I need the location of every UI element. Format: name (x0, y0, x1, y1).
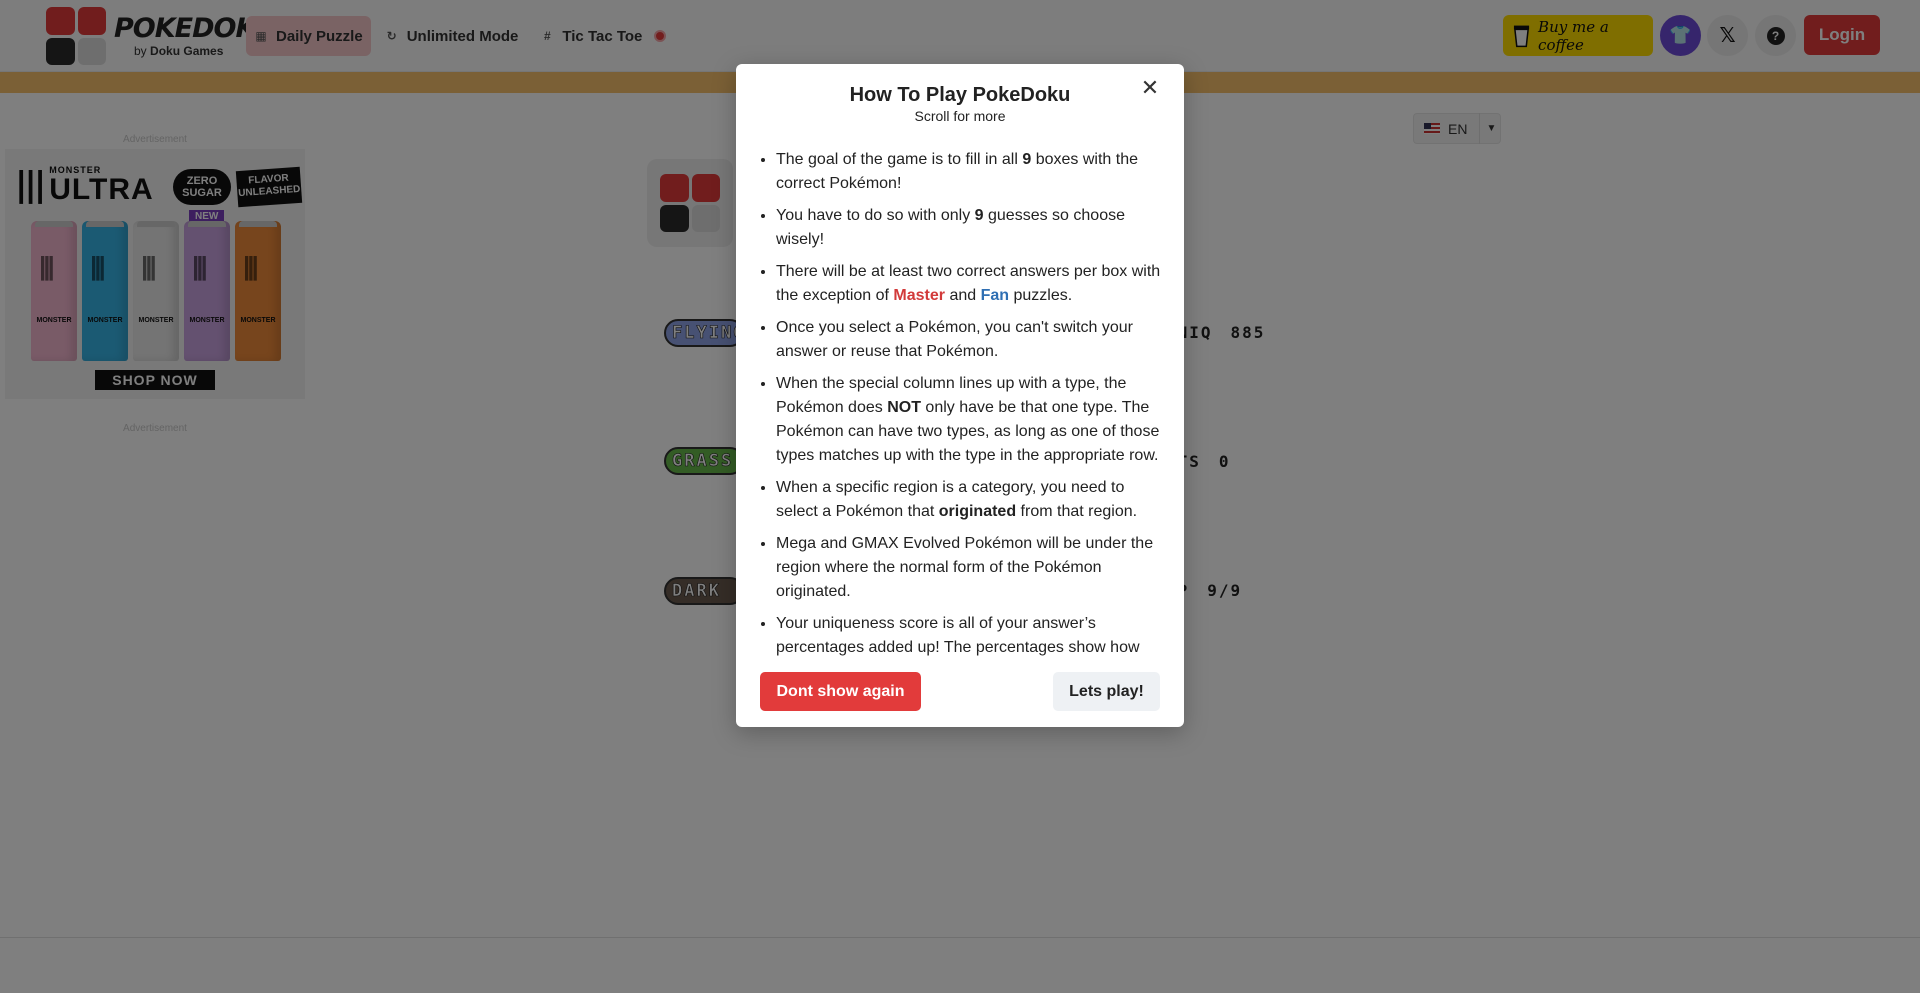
how-to-play-modal: How To Play PokeDoku Scroll for more ✕ T… (736, 64, 1184, 727)
rule-bold: 9 (974, 207, 984, 224)
dont-show-again-button[interactable]: Dont show again (760, 672, 921, 711)
fan-label: Fan (980, 287, 1010, 304)
rule-item: The goal of the game is to fill in all 9… (776, 148, 1164, 196)
rule-text: You have to do so with only (776, 207, 975, 224)
rule-item: Your uniqueness score is all of your ans… (776, 612, 1164, 656)
rule-bold: NOT (887, 399, 921, 416)
rule-item: When the special column lines up with a … (776, 372, 1164, 468)
rule-text: puzzles. (1009, 287, 1073, 304)
rules-list: The goal of the game is to fill in all 9… (760, 148, 1164, 656)
close-icon[interactable]: ✕ (1138, 76, 1162, 100)
modal-title: How To Play PokeDoku (849, 84, 1071, 106)
rule-text: and (945, 287, 981, 304)
lets-play-button[interactable]: Lets play! (1053, 672, 1160, 711)
rule-item: You have to do so with only 9 guesses so… (776, 204, 1164, 252)
rule-item: When a specific region is a category, yo… (776, 476, 1164, 524)
rules-scroll-area[interactable]: The goal of the game is to fill in all 9… (760, 148, 1164, 656)
rule-bold: 9 (1022, 151, 1032, 168)
rule-item: There will be at least two correct answe… (776, 260, 1164, 308)
rule-bold: originated (938, 503, 1017, 520)
rule-item: Mega and GMAX Evolved Pokémon will be un… (776, 532, 1164, 604)
rule-text: from that region. (1016, 503, 1138, 520)
modal-subtitle: Scroll for more (914, 108, 1006, 124)
rule-item: Once you select a Pokémon, you can't swi… (776, 316, 1164, 364)
rule-text: The goal of the game is to fill in all (776, 151, 1023, 168)
master-label: Master (893, 287, 945, 304)
